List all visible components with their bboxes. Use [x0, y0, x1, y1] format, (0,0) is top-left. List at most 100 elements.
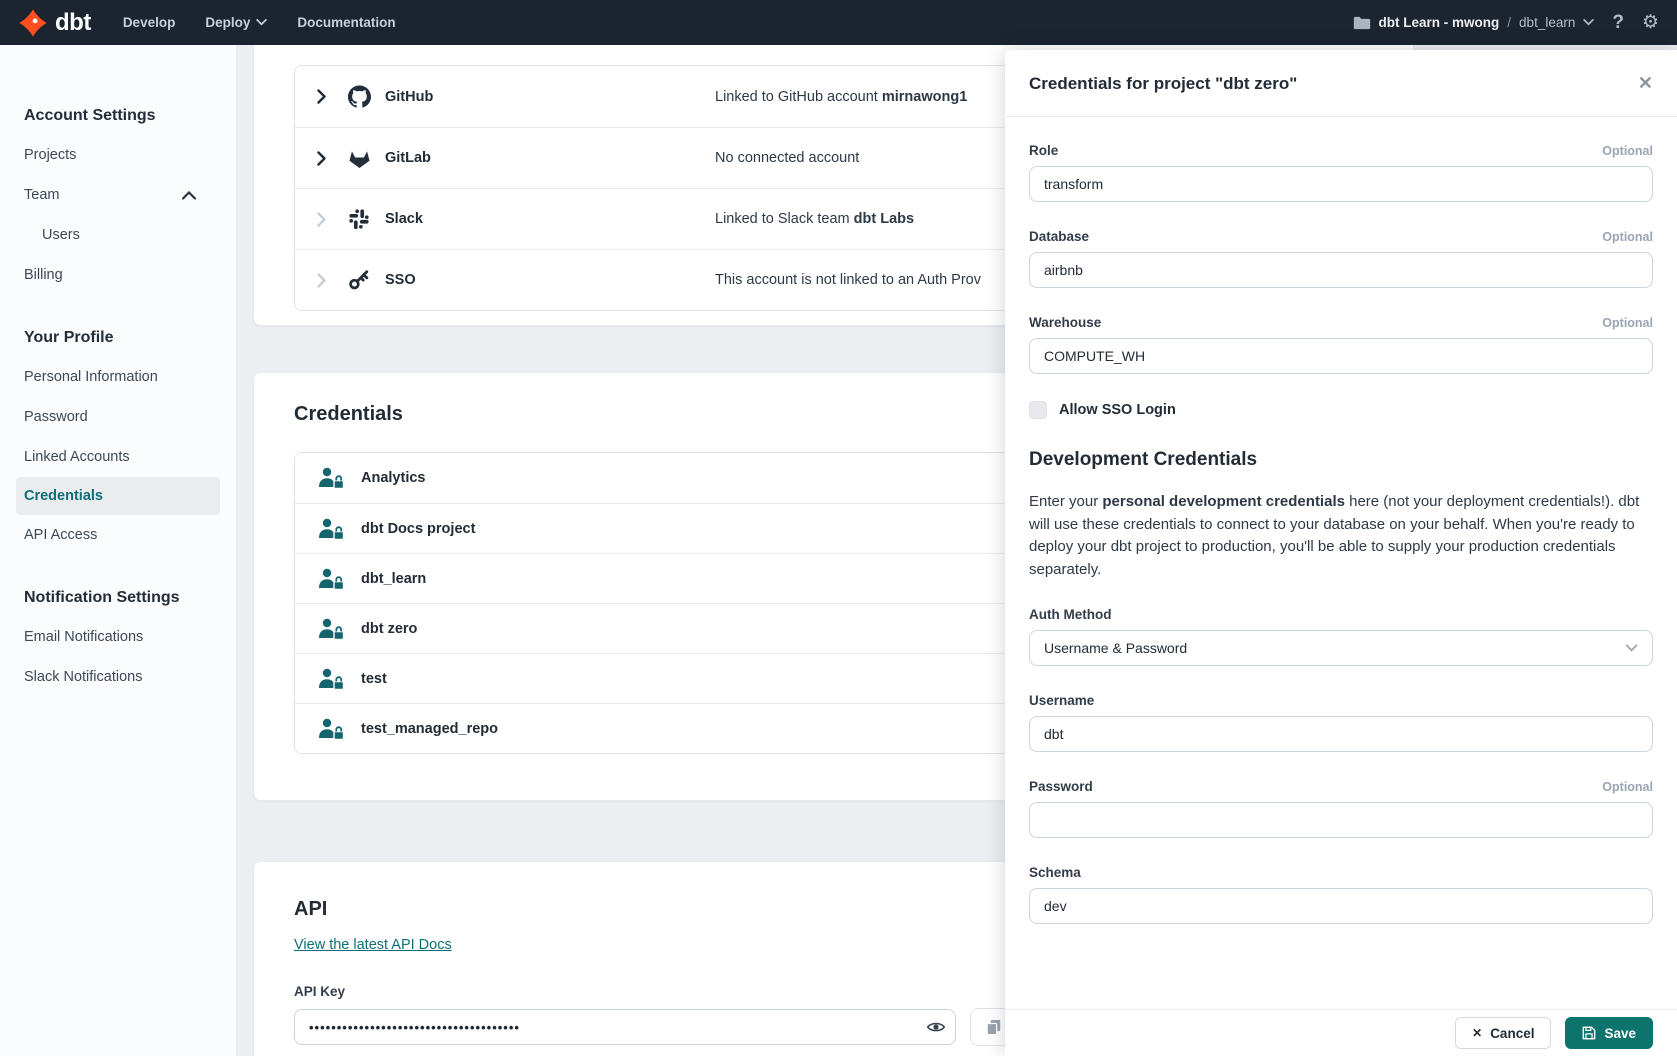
role-label: Role	[1029, 143, 1058, 158]
credential-project-name: dbt zero	[361, 621, 417, 637]
gear-icon[interactable]: ⚙	[1642, 13, 1659, 32]
username-field-group: Username	[1029, 693, 1653, 752]
account-name: dbt Learn - mwong	[1379, 15, 1500, 30]
sidebar-item-label: Slack Notifications	[24, 667, 142, 687]
status-text: Linked to GitHub account	[715, 89, 882, 105]
auth-method-select[interactable]: Username & Password	[1029, 630, 1653, 666]
sidebar-group-account-settings: Account Settings	[0, 105, 236, 127]
description-bold: personal development credentials	[1102, 493, 1345, 510]
linked-account-status: No connected account	[715, 150, 859, 166]
project-switcher[interactable]: dbt Learn - mwong / dbt_learn	[1353, 15, 1595, 30]
project-name: dbt_learn	[1519, 15, 1575, 30]
schema-field-group: Schema	[1029, 865, 1653, 924]
optional-badge: Optional	[1602, 316, 1653, 330]
schema-label: Schema	[1029, 865, 1081, 880]
sidebar-item-label: Personal Information	[24, 367, 158, 387]
status-text: This account is not linked to an Auth Pr…	[715, 272, 981, 288]
settings-sidebar: Account Settings Projects Team Users Bil…	[0, 45, 237, 1056]
username-input[interactable]	[1029, 716, 1653, 752]
sidebar-item-credentials[interactable]: Credentials	[16, 477, 220, 515]
password-input[interactable]	[1029, 802, 1653, 838]
save-button[interactable]: Save	[1565, 1017, 1653, 1049]
save-label: Save	[1604, 1026, 1636, 1041]
role-field-group: Role Optional	[1029, 143, 1653, 202]
sidebar-item-users[interactable]: Users	[0, 215, 236, 255]
database-field-group: Database Optional	[1029, 229, 1653, 288]
allow-sso-checkbox-row[interactable]: Allow SSO Login	[1029, 401, 1653, 419]
nav-documentation[interactable]: Documentation	[297, 15, 395, 30]
schema-input[interactable]	[1029, 888, 1653, 924]
linked-account-status: Linked to Slack team dbt Labs	[715, 211, 914, 227]
logo-text: dbt	[55, 11, 91, 35]
linked-account-status: This account is not linked to an Auth Pr…	[715, 272, 981, 288]
allow-sso-checkbox[interactable]	[1029, 401, 1047, 419]
save-icon	[1582, 1026, 1596, 1040]
database-input[interactable]	[1029, 252, 1653, 288]
user-lock-icon	[317, 667, 345, 691]
chevron-right-icon[interactable]	[317, 89, 333, 104]
sidebar-item-email-notifications[interactable]: Email Notifications	[0, 617, 236, 657]
sidebar-group-notification-settings: Notification Settings	[0, 587, 236, 609]
eye-icon[interactable]	[926, 1017, 946, 1037]
close-icon[interactable]: ✕	[1638, 74, 1653, 92]
chevron-right-icon[interactable]	[317, 273, 333, 288]
gitlab-icon	[347, 147, 371, 169]
optional-badge: Optional	[1602, 144, 1653, 158]
auth-method-label: Auth Method	[1029, 607, 1111, 622]
sidebar-item-label: Linked Accounts	[24, 447, 130, 467]
api-docs-link[interactable]: View the latest API Docs	[294, 937, 452, 953]
warehouse-input[interactable]	[1029, 338, 1653, 374]
sidebar-item-label: Billing	[24, 265, 63, 285]
nav-develop[interactable]: Develop	[123, 15, 176, 30]
help-icon[interactable]: ?	[1612, 12, 1624, 34]
panel-title: Credentials for project "dbt zero"	[1029, 74, 1297, 94]
credential-project-name: dbt Docs project	[361, 521, 475, 537]
username-label: Username	[1029, 693, 1094, 708]
optional-badge: Optional	[1602, 230, 1653, 244]
cancel-x-icon: ✕	[1472, 1026, 1482, 1040]
sidebar-item-label: Credentials	[24, 486, 103, 506]
user-lock-icon	[317, 717, 345, 741]
dbt-logo[interactable]: dbt	[18, 8, 91, 38]
sidebar-item-personal-information[interactable]: Personal Information	[0, 357, 236, 397]
copy-icon	[984, 1018, 1003, 1037]
cancel-button[interactable]: ✕ Cancel	[1455, 1017, 1551, 1049]
user-lock-icon	[317, 517, 345, 541]
credential-project-name: test_managed_repo	[361, 721, 498, 737]
chevron-right-icon[interactable]	[317, 212, 333, 227]
slack-icon	[347, 208, 371, 230]
key-icon	[347, 269, 371, 291]
user-lock-icon	[317, 617, 345, 641]
nav-deploy[interactable]: Deploy	[205, 15, 267, 30]
auth-method-value: Username & Password	[1044, 640, 1187, 656]
status-bold: mirnawong1	[882, 89, 967, 105]
sidebar-item-billing[interactable]: Billing	[0, 255, 236, 295]
status-text: Linked to Slack team	[715, 211, 854, 227]
sidebar-item-label: Projects	[24, 145, 76, 165]
linked-account-name: Slack	[385, 211, 715, 227]
chevron-right-icon[interactable]	[317, 151, 333, 166]
sidebar-item-projects[interactable]: Projects	[0, 135, 236, 175]
linked-account-status: Linked to GitHub account mirnawong1	[715, 89, 967, 105]
api-key-input[interactable]	[294, 1009, 956, 1045]
panel-footer: ✕ Cancel Save	[1005, 1009, 1677, 1056]
user-lock-icon	[317, 466, 345, 490]
development-credentials-heading: Development Credentials	[1029, 449, 1653, 471]
status-text: No connected account	[715, 150, 859, 166]
role-input[interactable]	[1029, 166, 1653, 202]
chevron-down-icon	[1583, 19, 1594, 26]
sidebar-item-api-access[interactable]: API Access	[0, 515, 236, 555]
status-bold: dbt Labs	[854, 211, 914, 227]
sidebar-item-slack-notifications[interactable]: Slack Notifications	[0, 657, 236, 697]
database-label: Database	[1029, 229, 1089, 244]
dbt-logo-icon	[18, 8, 48, 38]
optional-badge: Optional	[1602, 780, 1653, 794]
cancel-label: Cancel	[1490, 1026, 1534, 1041]
sidebar-item-label: Users	[42, 225, 80, 245]
auth-method-field-group: Auth Method Username & Password	[1029, 607, 1653, 666]
password-label: Password	[1029, 779, 1093, 794]
folder-icon	[1353, 16, 1371, 30]
sidebar-item-linked-accounts[interactable]: Linked Accounts	[0, 437, 236, 477]
sidebar-item-team[interactable]: Team	[0, 175, 236, 215]
sidebar-item-password[interactable]: Password	[0, 397, 236, 437]
